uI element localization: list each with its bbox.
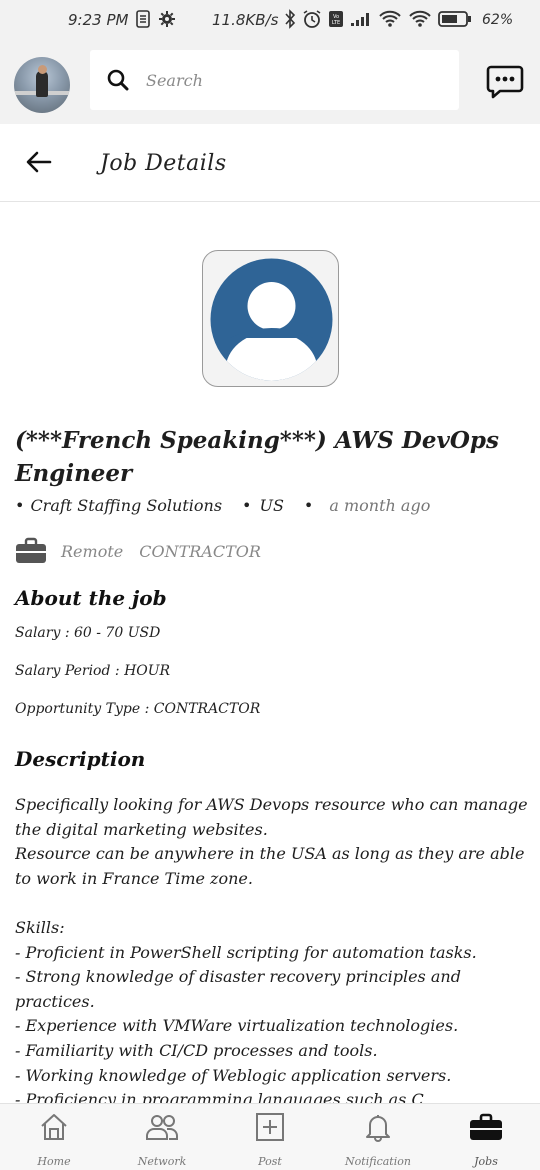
nav-notification[interactable]: Notification bbox=[324, 1104, 432, 1170]
company-name[interactable]: Craft Staffing Solutions bbox=[30, 496, 222, 515]
job-location: US bbox=[259, 496, 284, 515]
search-input[interactable] bbox=[146, 68, 436, 92]
network-icon bbox=[146, 1115, 178, 1140]
volte-icon: VoLTE bbox=[329, 11, 343, 27]
nav-home-label: Home bbox=[37, 1155, 71, 1168]
search-icon bbox=[107, 69, 129, 91]
nav-network[interactable]: Network bbox=[108, 1104, 216, 1170]
bullet-icon: • bbox=[303, 496, 314, 515]
salary-period-text: Salary Period : HOUR bbox=[15, 663, 171, 679]
about-heading: About the job bbox=[15, 586, 167, 610]
status-left-icons bbox=[136, 10, 176, 28]
bell-icon bbox=[366, 1115, 390, 1142]
employment-type: CONTRACTOR bbox=[139, 541, 261, 561]
description-body: Specifically looking for AWS Devops reso… bbox=[15, 795, 528, 1103]
home-icon bbox=[41, 1114, 67, 1140]
status-right-icons: Vo LTE bbox=[284, 9, 472, 29]
settings-icon bbox=[159, 11, 175, 27]
alarm-icon bbox=[303, 10, 321, 28]
svg-text:LTE: LTE bbox=[332, 20, 340, 26]
post-icon bbox=[256, 1113, 284, 1141]
company-logo bbox=[202, 250, 339, 387]
back-arrow-icon[interactable] bbox=[26, 151, 52, 173]
avatar-photo-figure bbox=[36, 71, 48, 97]
nav-post[interactable]: Post bbox=[216, 1104, 324, 1170]
job-type-row: Remote CONTRACTOR bbox=[15, 537, 261, 565]
search-bar[interactable] bbox=[90, 50, 459, 110]
network-speed: 11.8KB/s bbox=[212, 11, 279, 29]
nav-notification-label: Notification bbox=[345, 1155, 411, 1168]
bullet-icon: • bbox=[15, 496, 25, 515]
page-header: Job Details bbox=[0, 124, 540, 202]
messages-icon[interactable] bbox=[486, 64, 524, 100]
workplace-type: Remote bbox=[61, 541, 124, 561]
nav-jobs-label: Jobs bbox=[474, 1155, 498, 1168]
notification-s-icon bbox=[136, 10, 150, 28]
default-user-logo-icon bbox=[210, 258, 333, 381]
wifi-2-icon bbox=[409, 10, 431, 27]
avatar-photo-head bbox=[38, 65, 47, 74]
bottom-navigation: Home Network Post Notification Jobs bbox=[0, 1103, 540, 1170]
avatar[interactable] bbox=[14, 57, 70, 113]
page-title: Job Details bbox=[100, 151, 227, 176]
battery-percent: 62% bbox=[482, 12, 514, 28]
briefcase-icon bbox=[16, 537, 46, 563]
nav-network-label: Network bbox=[137, 1155, 187, 1168]
signal-icon bbox=[351, 13, 369, 26]
nav-post-label: Post bbox=[258, 1155, 282, 1168]
wifi-icon bbox=[379, 10, 401, 27]
top-app-bar bbox=[0, 40, 540, 124]
briefcase-icon bbox=[470, 1113, 502, 1140]
status-bar: 9:23 PM 11.8KB/s Vo LTE 62% bbox=[0, 0, 540, 40]
posted-time: a month ago bbox=[329, 496, 431, 515]
job-title: (***French Speaking***) AWS DevOps Engin… bbox=[15, 427, 499, 487]
bluetooth-icon bbox=[285, 9, 296, 29]
job-meta: • Craft Staffing Solutions • US • a mont… bbox=[15, 496, 430, 515]
status-time: 9:23 PM bbox=[68, 11, 129, 29]
bullet-icon: • bbox=[242, 496, 252, 515]
nav-jobs[interactable]: Jobs bbox=[432, 1104, 540, 1170]
battery-icon bbox=[438, 11, 471, 27]
nav-home[interactable]: Home bbox=[0, 1104, 108, 1170]
salary-text: Salary : 60 - 70 USD bbox=[15, 625, 161, 641]
opportunity-type-text: Opportunity Type : CONTRACTOR bbox=[15, 701, 261, 717]
description-heading: Description bbox=[15, 747, 146, 771]
